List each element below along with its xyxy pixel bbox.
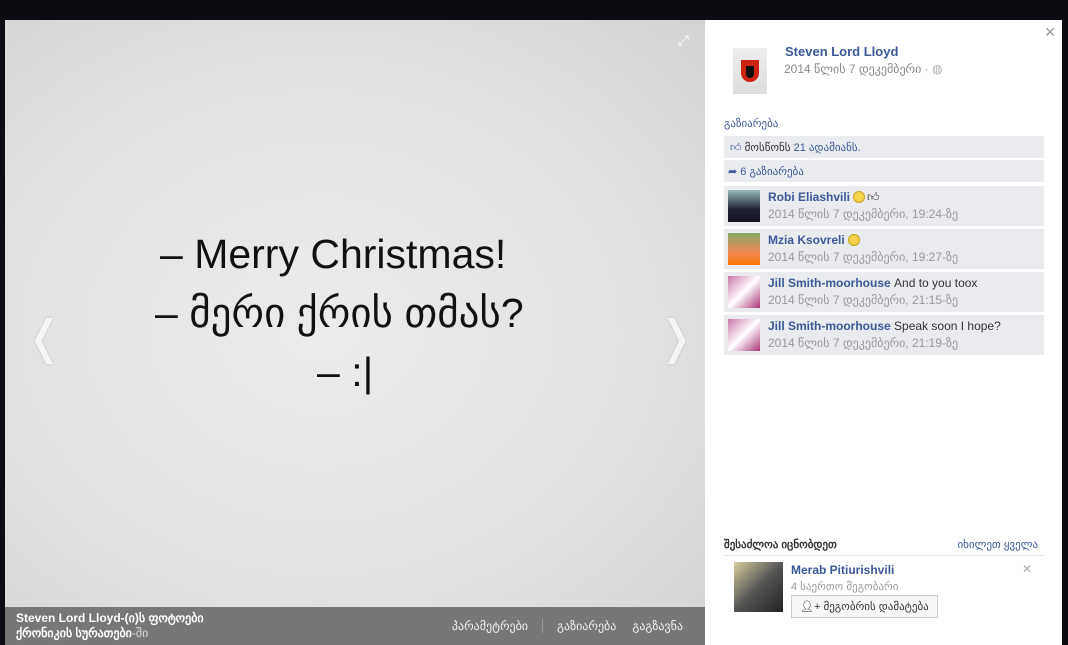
commenter-avatar[interactable] — [728, 190, 760, 222]
dismiss-icon[interactable]: ✕ — [1022, 562, 1032, 576]
author-name[interactable]: Steven Lord Lloyd — [785, 44, 898, 59]
post-date-text[interactable]: 2014 წლის 7 დეკემბერი · — [784, 62, 929, 76]
photo-text-line: – :| — [317, 349, 374, 395]
comment-time[interactable]: 2014 წლის 7 დეკემბერი, 19:27-ზე — [768, 250, 958, 264]
comment: Mzia Ksovreli 2014 წლის 7 დეკემბერი, 19:… — [724, 228, 1044, 269]
next-photo-icon[interactable]: ❭ — [657, 310, 696, 364]
fullscreen-icon[interactable]: ⤢ — [678, 32, 689, 49]
side-panel: ✕ Steven Lord Lloyd 2014 წლის 7 დეკემბერ… — [705, 20, 1062, 645]
photo-text-line: – მერი ქრის თმას? — [155, 290, 524, 336]
comment-text: And to you toox — [894, 276, 978, 290]
comment-text: Speak soon I hope? — [894, 319, 1001, 333]
suggested-friend-avatar[interactable] — [734, 562, 783, 612]
comment: Jill Smith-moorhouse Speak soon I hope? … — [724, 314, 1044, 355]
add-friend-label: მეგობრის დამატება — [823, 601, 929, 613]
commenter-name[interactable]: Robi Eliashvili — [768, 190, 850, 204]
author-avatar[interactable] — [733, 48, 767, 94]
likes-label: მოსწონს — [744, 142, 794, 154]
smiley-icon — [853, 191, 866, 203]
divider — [724, 555, 1044, 556]
commenter-avatar[interactable] — [728, 276, 760, 308]
send-button[interactable]: გაგზავნა — [624, 619, 691, 633]
commenter-name[interactable]: Jill Smith-moorhouse — [768, 319, 891, 333]
like-icon: 👍︎ — [730, 142, 742, 154]
commenter-name[interactable]: Mzia Ksovreli — [768, 233, 845, 247]
album-suffix: -ში — [131, 626, 149, 640]
comment: Jill Smith-moorhouse And to you toox 201… — [724, 271, 1044, 312]
comment-time[interactable]: 2014 წლის 7 დეკემბერი, 21:15-ზე — [768, 293, 958, 307]
suggested-friend-name[interactable]: Merab Pitiurishvili — [791, 563, 894, 577]
likes-row: 👍︎ მოსწონს 21 ადამიანს. — [724, 136, 1044, 158]
album-link[interactable]: ქრონიკის სურათები — [16, 626, 132, 640]
commenter-avatar[interactable] — [728, 319, 760, 351]
share-arrow-icon: ➦ — [728, 166, 738, 178]
commenter-name[interactable]: Jill Smith-moorhouse — [768, 276, 891, 290]
pymk-title: შესაძლოა იცნობდეთ — [724, 539, 837, 551]
globe-icon: ◍ — [931, 62, 943, 76]
comment-time[interactable]: 2014 წლის 7 დეკემბერი, 19:24-ზე — [768, 207, 958, 221]
shares-row: ➦ 6 გაზიარება — [724, 160, 1044, 182]
mutual-friends[interactable]: 4 საერთო მეგობარი — [791, 580, 898, 593]
share-button[interactable]: გაზიარება — [549, 619, 624, 633]
likes-count-link[interactable]: 21 ადამიანს. — [794, 142, 861, 154]
shares-count-link[interactable]: 6 გაზიარება — [740, 166, 804, 178]
photo-footer: Steven Lord Lloyd-(ი)ს ფოტოები ქრონიკის … — [5, 607, 705, 645]
photo-viewer[interactable]: ⤢ – Merry Christmas! – მერი ქრის თმას? –… — [5, 20, 705, 645]
smiley-icon — [847, 234, 860, 246]
close-icon[interactable]: ✕ — [1044, 24, 1056, 41]
commenter-avatar[interactable] — [728, 233, 760, 265]
photo-text-line: – Merry Christmas! — [160, 231, 507, 277]
add-friend-button[interactable]: 👤︎+ მეგობრის დამატება — [791, 595, 938, 618]
previous-photo-icon[interactable]: ❬ — [25, 310, 64, 364]
comment-time[interactable]: 2014 წლის 7 დეკემბერი, 21:19-ზე — [768, 336, 958, 350]
options-button[interactable]: პარამეტრები — [444, 619, 544, 633]
top-bar — [0, 0, 1068, 20]
post-date: 2014 წლის 7 დეკემბერი · ◍ — [784, 62, 942, 76]
like-icon: 👍︎ — [867, 190, 880, 204]
comment: Robi Eliashvili 👍︎ 2014 წლის 7 დეკემბერი,… — [724, 185, 1044, 226]
share-link[interactable]: გაზიარება — [724, 117, 778, 130]
add-friend-icon: 👤︎+ — [800, 601, 821, 613]
see-all-link[interactable]: იხილეთ ყველა — [957, 538, 1038, 551]
